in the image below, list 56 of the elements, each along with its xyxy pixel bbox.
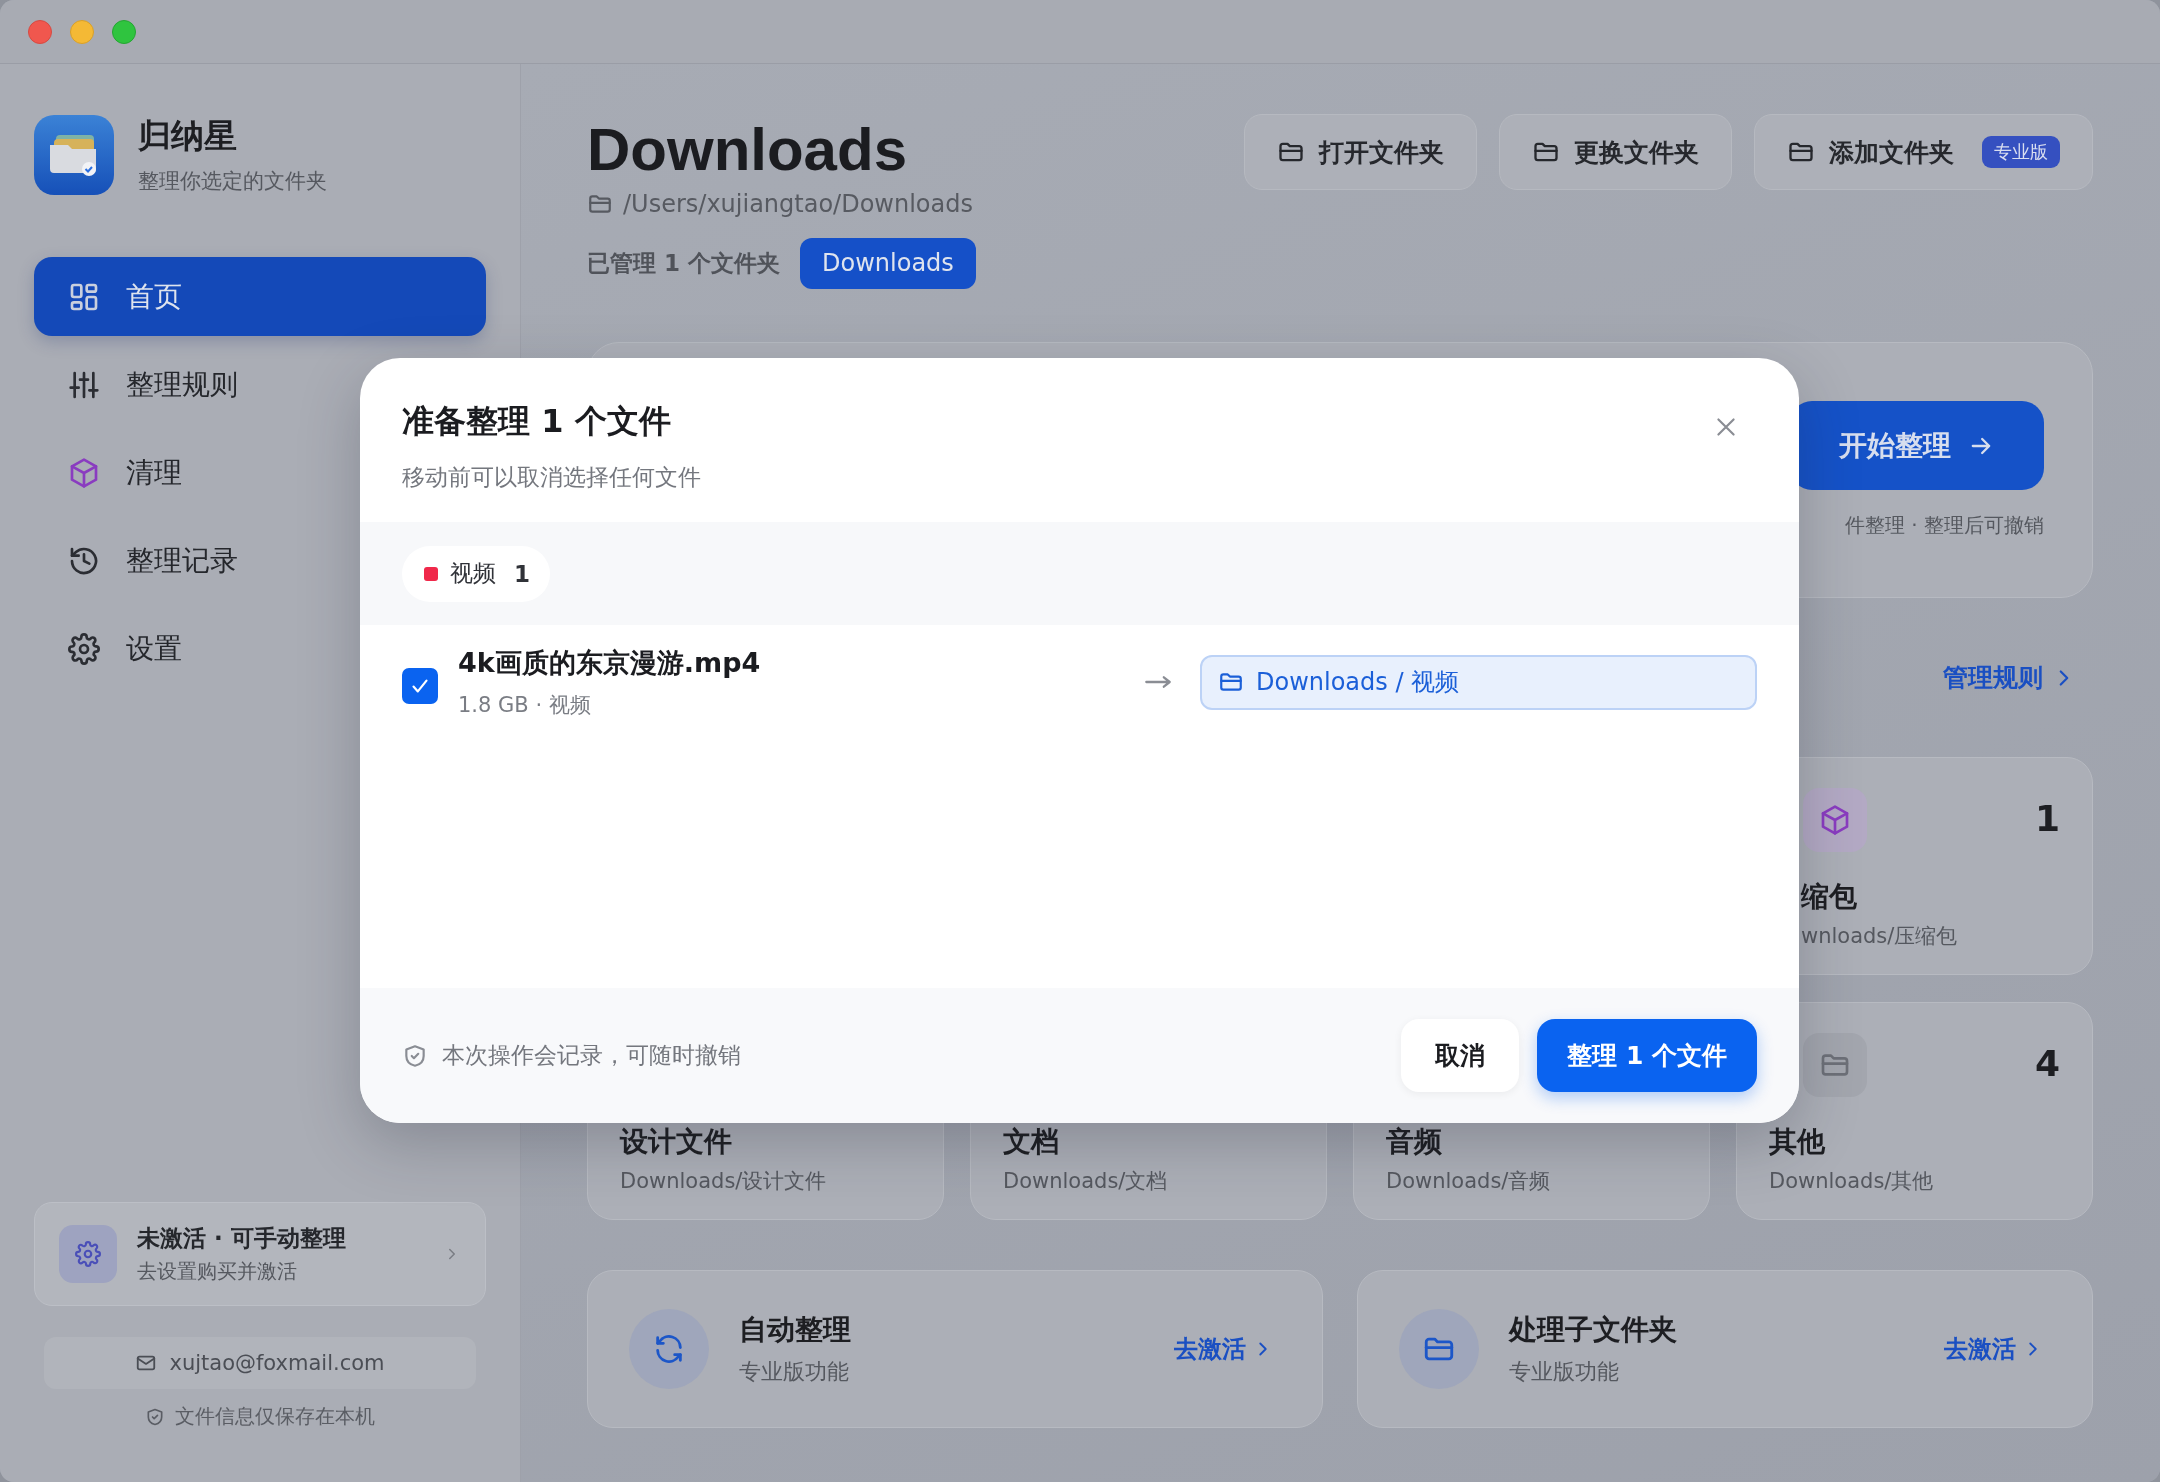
- shield-icon: [145, 1406, 165, 1427]
- folder-tab[interactable]: Downloads: [800, 238, 976, 289]
- email-address: xujtao@foxmail.com: [169, 1351, 385, 1375]
- page-title: Downloads: [587, 115, 908, 185]
- category-title: 设计文件: [620, 1124, 733, 1160]
- app-tagline: 整理你选定的文件夹: [138, 168, 327, 195]
- shield-icon: [402, 1042, 428, 1069]
- managed-count: 已管理 1 个文件夹: [587, 249, 781, 278]
- undo-note: 本次操作会记录，可随时撤销: [442, 1041, 741, 1070]
- fullscreen-window-button[interactable]: [112, 19, 136, 44]
- toolbar-button[interactable]: 添加文件夹 专业版: [1754, 114, 2093, 190]
- pro-badge: 专业版: [1982, 136, 2060, 168]
- checkbox[interactable]: [402, 668, 438, 704]
- activation-card[interactable]: 未激活 · 可手动整理 去设置购买并激活: [34, 1202, 486, 1306]
- category-title: 音频: [1386, 1124, 1443, 1160]
- folder-path: /Users/xujiangtao/Downloads: [623, 190, 973, 218]
- feature-subtitle: 专业版功能: [1509, 1358, 1620, 1386]
- settings-icon: [68, 632, 100, 665]
- activation-hint: 去设置购买并激活: [137, 1258, 298, 1285]
- app-name: 归纳星: [138, 115, 238, 157]
- category-chip[interactable]: 视频 1: [402, 545, 550, 602]
- feature-title: 自动整理: [739, 1312, 852, 1348]
- cube-icon: [1819, 804, 1851, 836]
- category-path: Downloads/音频: [1386, 1168, 1552, 1195]
- file-meta: 1.8 GB · 视频: [458, 692, 592, 719]
- cancel-button[interactable]: 取消: [1401, 1019, 1520, 1092]
- category-path: Downloads/其他: [1769, 1168, 1935, 1195]
- feature-title: 处理子文件夹: [1509, 1312, 1678, 1348]
- file-count: 1: [2034, 798, 2060, 839]
- destination-field[interactable]: Downloads / 视频: [1200, 654, 1757, 710]
- category-path: Downloads/设计文件: [620, 1168, 828, 1195]
- chip-label: 视频: [450, 559, 496, 588]
- start-note: 件整理 · 整理后可撤销: [1844, 512, 2044, 539]
- activation-status: 未激活 · 可手动整理: [137, 1224, 347, 1253]
- feature-subtitle: 专业版功能: [739, 1358, 850, 1386]
- file-name: 4k画质的东京漫游.mp4: [458, 646, 762, 680]
- dialog-title: 准备整理 1 个文件: [402, 401, 672, 442]
- dialog-subtitle: 移动前可以取消选择任何文件: [402, 463, 701, 492]
- toolbar-button[interactable]: 更换文件夹: [1499, 114, 1732, 190]
- cube-icon: [68, 456, 100, 489]
- category-title: 文档: [1003, 1124, 1060, 1160]
- privacy-note: 文件信息仅保存在本机: [175, 1403, 375, 1430]
- confirm-button[interactable]: 整理 1 个文件: [1537, 1019, 1757, 1092]
- category-path: wnloads/压缩包: [1801, 923, 1959, 950]
- category-card[interactable]: 4 其他 Downloads/其他: [1736, 1002, 2093, 1220]
- nav-item[interactable]: 首页: [34, 257, 486, 336]
- category-title: 其他: [1769, 1124, 1826, 1160]
- close-window-button[interactable]: [28, 19, 52, 44]
- file-count: 4: [2034, 1043, 2060, 1084]
- app-logo-icon: [34, 114, 114, 195]
- category-path: Downloads/文档: [1003, 1168, 1169, 1195]
- category-title: 缩包: [1801, 879, 1858, 915]
- chip-count: 1: [514, 560, 530, 587]
- minimize-window-button[interactable]: [70, 19, 94, 44]
- settings-icon: [75, 1241, 101, 1267]
- toolbar-button[interactable]: 打开文件夹: [1244, 114, 1477, 190]
